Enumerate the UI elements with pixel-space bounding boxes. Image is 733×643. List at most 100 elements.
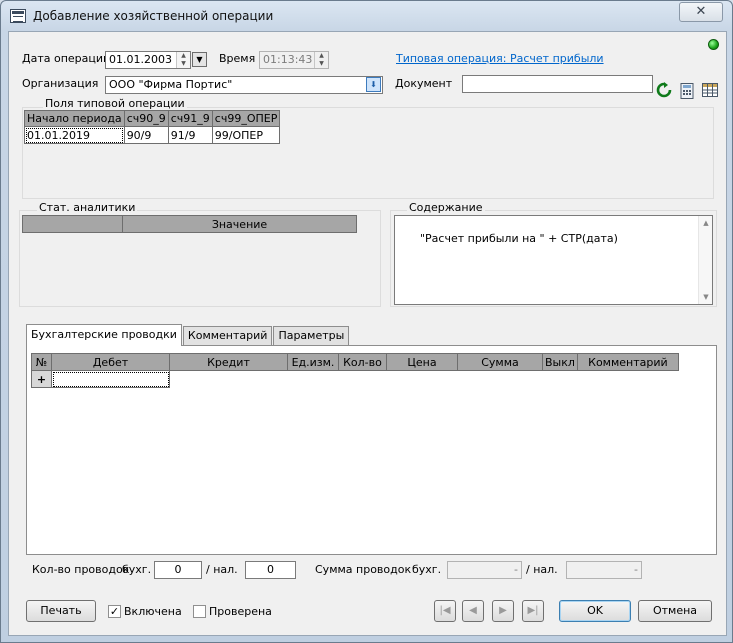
scroll-up-icon[interactable]: ▲ — [699, 219, 713, 227]
table-cell — [387, 371, 458, 388]
column-header[interactable]: сч90_9 — [123, 110, 169, 127]
template-fields-title: Поля типовой операции — [43, 97, 187, 110]
last-page-icon: ▶| — [527, 605, 539, 616]
arrow-down-icon: ⬇ — [370, 80, 377, 89]
spin-up-icon[interactable]: ▲ — [177, 52, 190, 60]
table-cell — [170, 371, 288, 388]
nav-next-button[interactable]: ▶ — [492, 600, 514, 622]
tab-accounting-postings[interactable]: Бухгалтерские проводки — [26, 324, 182, 346]
column-header[interactable]: Кредит — [169, 353, 288, 371]
column-header[interactable]: Комментарий — [576, 353, 679, 371]
nav-prev-button[interactable]: ◀ — [462, 600, 484, 622]
ok-button[interactable]: OK — [559, 600, 631, 622]
spin-down-icon: ▼ — [319, 60, 324, 67]
date-label: Дата операции — [22, 52, 111, 65]
spin-down-icon[interactable]: ▼ — [177, 60, 190, 68]
stat-analytics-title: Стат. аналитики — [37, 201, 138, 214]
organization-label: Организация — [22, 77, 99, 90]
table-cell[interactable]: 01.01.2019 — [24, 126, 125, 144]
column-header[interactable]: Начало периода — [24, 110, 125, 127]
postings-sum-label: Сумма проводок — [315, 563, 412, 576]
chevron-down-icon: ▼ — [196, 55, 203, 64]
verified-checkbox[interactable] — [193, 605, 206, 618]
table-header-row: Начало периода сч90_9 сч91_9 сч99_ОПЕР — [24, 110, 281, 127]
status-indicator-icon — [708, 39, 719, 50]
new-row-marker[interactable]: + — [31, 370, 52, 388]
content-title: Содержание — [407, 201, 485, 214]
content-scrollbar[interactable]: ▲ ▼ — [698, 216, 712, 304]
count-nal-label: / нал. — [206, 563, 238, 576]
table-cell[interactable]: 99/ОПЕР — [211, 126, 281, 144]
cancel-button[interactable]: Отмена — [638, 600, 712, 622]
column-header[interactable]: Сумма — [457, 353, 543, 371]
column-header[interactable]: Дебет — [51, 353, 170, 371]
first-page-icon: |◀ — [439, 605, 451, 616]
next-page-icon: ▶ — [499, 605, 507, 616]
table-cell — [339, 371, 387, 388]
organization-field[interactable]: ООО "Фирма Портис" — [105, 76, 383, 94]
sum-nal-field: - — [566, 561, 642, 579]
prev-page-icon: ◀ — [469, 605, 477, 616]
postings-count-label: Кол-во проводок — [32, 563, 130, 576]
verified-label[interactable]: Проверена — [209, 605, 272, 618]
calculator-icon[interactable] — [680, 83, 696, 99]
document-label: Документ — [395, 77, 453, 90]
column-header[interactable]: сч91_9 — [167, 110, 213, 127]
spin-up-icon: ▲ — [319, 52, 324, 59]
dialog-window: Добавление хозяйственной операции ✕ Дата… — [0, 0, 733, 643]
count-buh-label: бухг. — [122, 563, 152, 576]
table-cell[interactable]: 90/9 — [123, 126, 169, 144]
template-operation-link[interactable]: Типовая операция: Расчет прибыли — [396, 52, 604, 65]
nav-last-button[interactable]: ▶| — [522, 600, 544, 622]
date-dropdown-button[interactable]: ▼ — [192, 52, 207, 67]
time-spinner: ▲ ▼ — [314, 52, 328, 68]
refresh-icon[interactable] — [656, 82, 672, 98]
close-button[interactable]: ✕ — [679, 2, 723, 22]
column-header[interactable]: Значение — [122, 215, 357, 233]
column-header[interactable] — [22, 215, 123, 233]
window-app-icon — [10, 9, 26, 23]
stat-analytics-table: Значение — [22, 215, 357, 233]
included-label[interactable]: Включена — [124, 605, 182, 618]
sum-buh-field: - — [447, 561, 522, 579]
tab-comment[interactable]: Комментарий — [182, 326, 273, 345]
column-header[interactable]: Ед.изм. — [287, 353, 339, 371]
table-cell — [288, 371, 339, 388]
table-row[interactable]: 01.01.2019 90/9 91/9 99/ОПЕР — [24, 126, 281, 144]
table-grid-icon[interactable] — [702, 83, 718, 99]
content-text: "Расчет прибыли на " + СТР(дата) — [419, 232, 618, 245]
tab-parameters[interactable]: Параметры — [273, 326, 350, 345]
count-buh-field: 0 — [154, 561, 202, 579]
document-field[interactable] — [462, 75, 653, 93]
title-bar[interactable]: Добавление хозяйственной операции ✕ — [1, 1, 732, 31]
time-label: Время — [219, 52, 256, 65]
table-cell — [458, 371, 543, 388]
included-checkbox[interactable]: ✓ — [108, 605, 121, 618]
template-fields-table: Начало периода сч90_9 сч91_9 сч99_ОПЕР 0… — [24, 110, 281, 144]
content-textarea[interactable]: "Расчет прибыли на " + СТР(дата) ▲ ▼ — [394, 215, 713, 305]
column-header[interactable]: Кол-во — [338, 353, 387, 371]
tab-strip: Бухгалтерские проводки Комментарий Парам… — [26, 324, 350, 346]
column-header[interactable]: № — [31, 353, 52, 371]
postings-table: № Дебет Кредит Ед.изм. Кол-во Цена Сумма… — [31, 353, 679, 388]
column-header[interactable]: Выкл — [542, 353, 578, 371]
table-header-row: Значение — [22, 215, 357, 233]
organization-select-button[interactable]: ⬇ — [366, 77, 381, 92]
count-nal-field: 0 — [245, 561, 296, 579]
postings-tab-panel: № Дебет Кредит Ед.изм. Кол-во Цена Сумма… — [26, 345, 717, 555]
sum-nal-label: / нал. — [526, 563, 558, 576]
table-row[interactable]: + — [31, 370, 679, 388]
print-button[interactable]: Печать — [26, 600, 96, 622]
dialog-client-area: Дата операции 01.01.2003 ▲ ▼ ▼ Время 01:1… — [8, 31, 727, 636]
date-spinner[interactable]: ▲ ▼ — [176, 52, 190, 68]
table-cell — [543, 371, 578, 388]
column-header[interactable]: Цена — [386, 353, 458, 371]
sum-buh-label: бухг. — [412, 563, 442, 576]
table-cell[interactable]: 91/9 — [167, 126, 213, 144]
table-header-row: № Дебет Кредит Ед.изм. Кол-во Цена Сумма… — [31, 353, 679, 371]
table-cell[interactable] — [51, 370, 170, 388]
column-header[interactable]: сч99_ОПЕР — [211, 110, 281, 127]
nav-first-button[interactable]: |◀ — [434, 600, 456, 622]
checkmark-icon: ✓ — [109, 605, 120, 618]
scroll-down-icon[interactable]: ▼ — [699, 293, 713, 301]
